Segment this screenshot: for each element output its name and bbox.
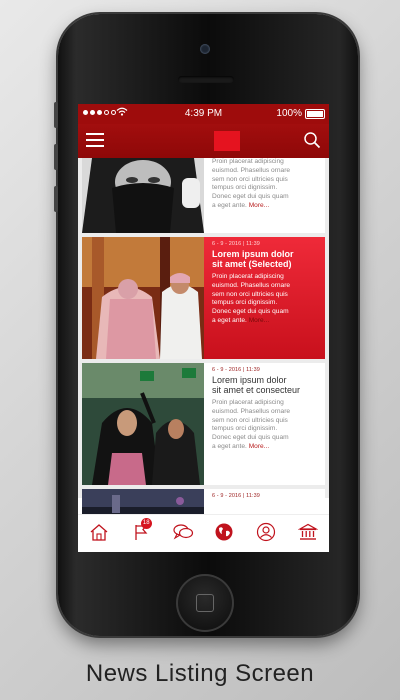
more-link[interactable]: More... (249, 202, 270, 209)
notification-badge: 18 (140, 518, 152, 529)
news-thumbnail (82, 363, 204, 485)
chat-bubbles-icon (172, 523, 194, 546)
news-title[interactable]: Lorem ipsum dolor sit amet et consecteur (212, 375, 319, 395)
news-card[interactable]: 6 - 9 - 2016 | 11:39 Lorem ipsum dolor s… (82, 363, 325, 485)
home-button[interactable] (176, 574, 234, 632)
front-camera (200, 44, 210, 54)
hamburger-menu-icon[interactable] (86, 133, 104, 147)
app-screen: 4:39 PM 100% Proin placerat adipiscing e… (78, 104, 329, 552)
institution-icon (297, 523, 319, 546)
tab-home[interactable] (86, 521, 112, 547)
more-link[interactable]: More... (249, 443, 270, 450)
home-icon (89, 523, 109, 546)
screen-caption: News Listing Screen (85, 660, 315, 687)
battery-icon (305, 108, 325, 119)
earpiece-speaker (178, 76, 234, 83)
globe-icon (214, 522, 234, 547)
tab-chat[interactable] (170, 521, 196, 547)
search-icon[interactable] (303, 131, 321, 149)
news-date: 6 - 9 - 2016 | 11:39 (212, 493, 260, 499)
news-card-body: 6 - 9 - 2016 | 11:39 Lorem ipsum dolor s… (204, 363, 325, 485)
news-thumbnail (82, 237, 204, 359)
tab-notifications[interactable]: 18 (128, 518, 154, 547)
app-header (78, 124, 329, 158)
news-excerpt: Proin placerat adipiscing euismod. Phase… (212, 158, 291, 209)
bottom-tab-bar: 18 (78, 514, 329, 552)
status-bar: 4:39 PM 100% (78, 104, 329, 124)
news-excerpt: Proin placerat adipiscing euismod. Phase… (212, 273, 291, 324)
news-date: 6 - 9 - 2016 | 11:39 (212, 241, 260, 247)
news-date: 6 - 9 - 2016 | 11:39 (212, 367, 260, 373)
news-thumbnail (82, 158, 204, 233)
news-card-body: 6 - 9 - 2016 | 11:39 Lorem ipsum dolor s… (204, 237, 325, 359)
news-card-selected[interactable]: 6 - 9 - 2016 | 11:39 Lorem ipsum dolor s… (82, 237, 325, 359)
brand-logo (214, 131, 240, 151)
news-card-body: Proin placerat adipiscing euismod. Phase… (204, 158, 325, 233)
more-link[interactable]: More... (249, 317, 270, 324)
tab-profile[interactable] (253, 521, 279, 547)
news-title[interactable]: Lorem ipsum dolor sit amet (Selected) (212, 249, 319, 269)
tab-institution[interactable] (295, 521, 321, 547)
tab-world[interactable] (211, 521, 237, 547)
battery-percent: 100% (276, 108, 302, 119)
news-excerpt: Proin placerat adipiscing euismod. Phase… (212, 399, 291, 450)
profile-icon (256, 522, 276, 547)
news-list: Proin placerat adipiscing euismod. Phase… (78, 158, 329, 519)
news-card[interactable]: Proin placerat adipiscing euismod. Phase… (82, 158, 325, 233)
